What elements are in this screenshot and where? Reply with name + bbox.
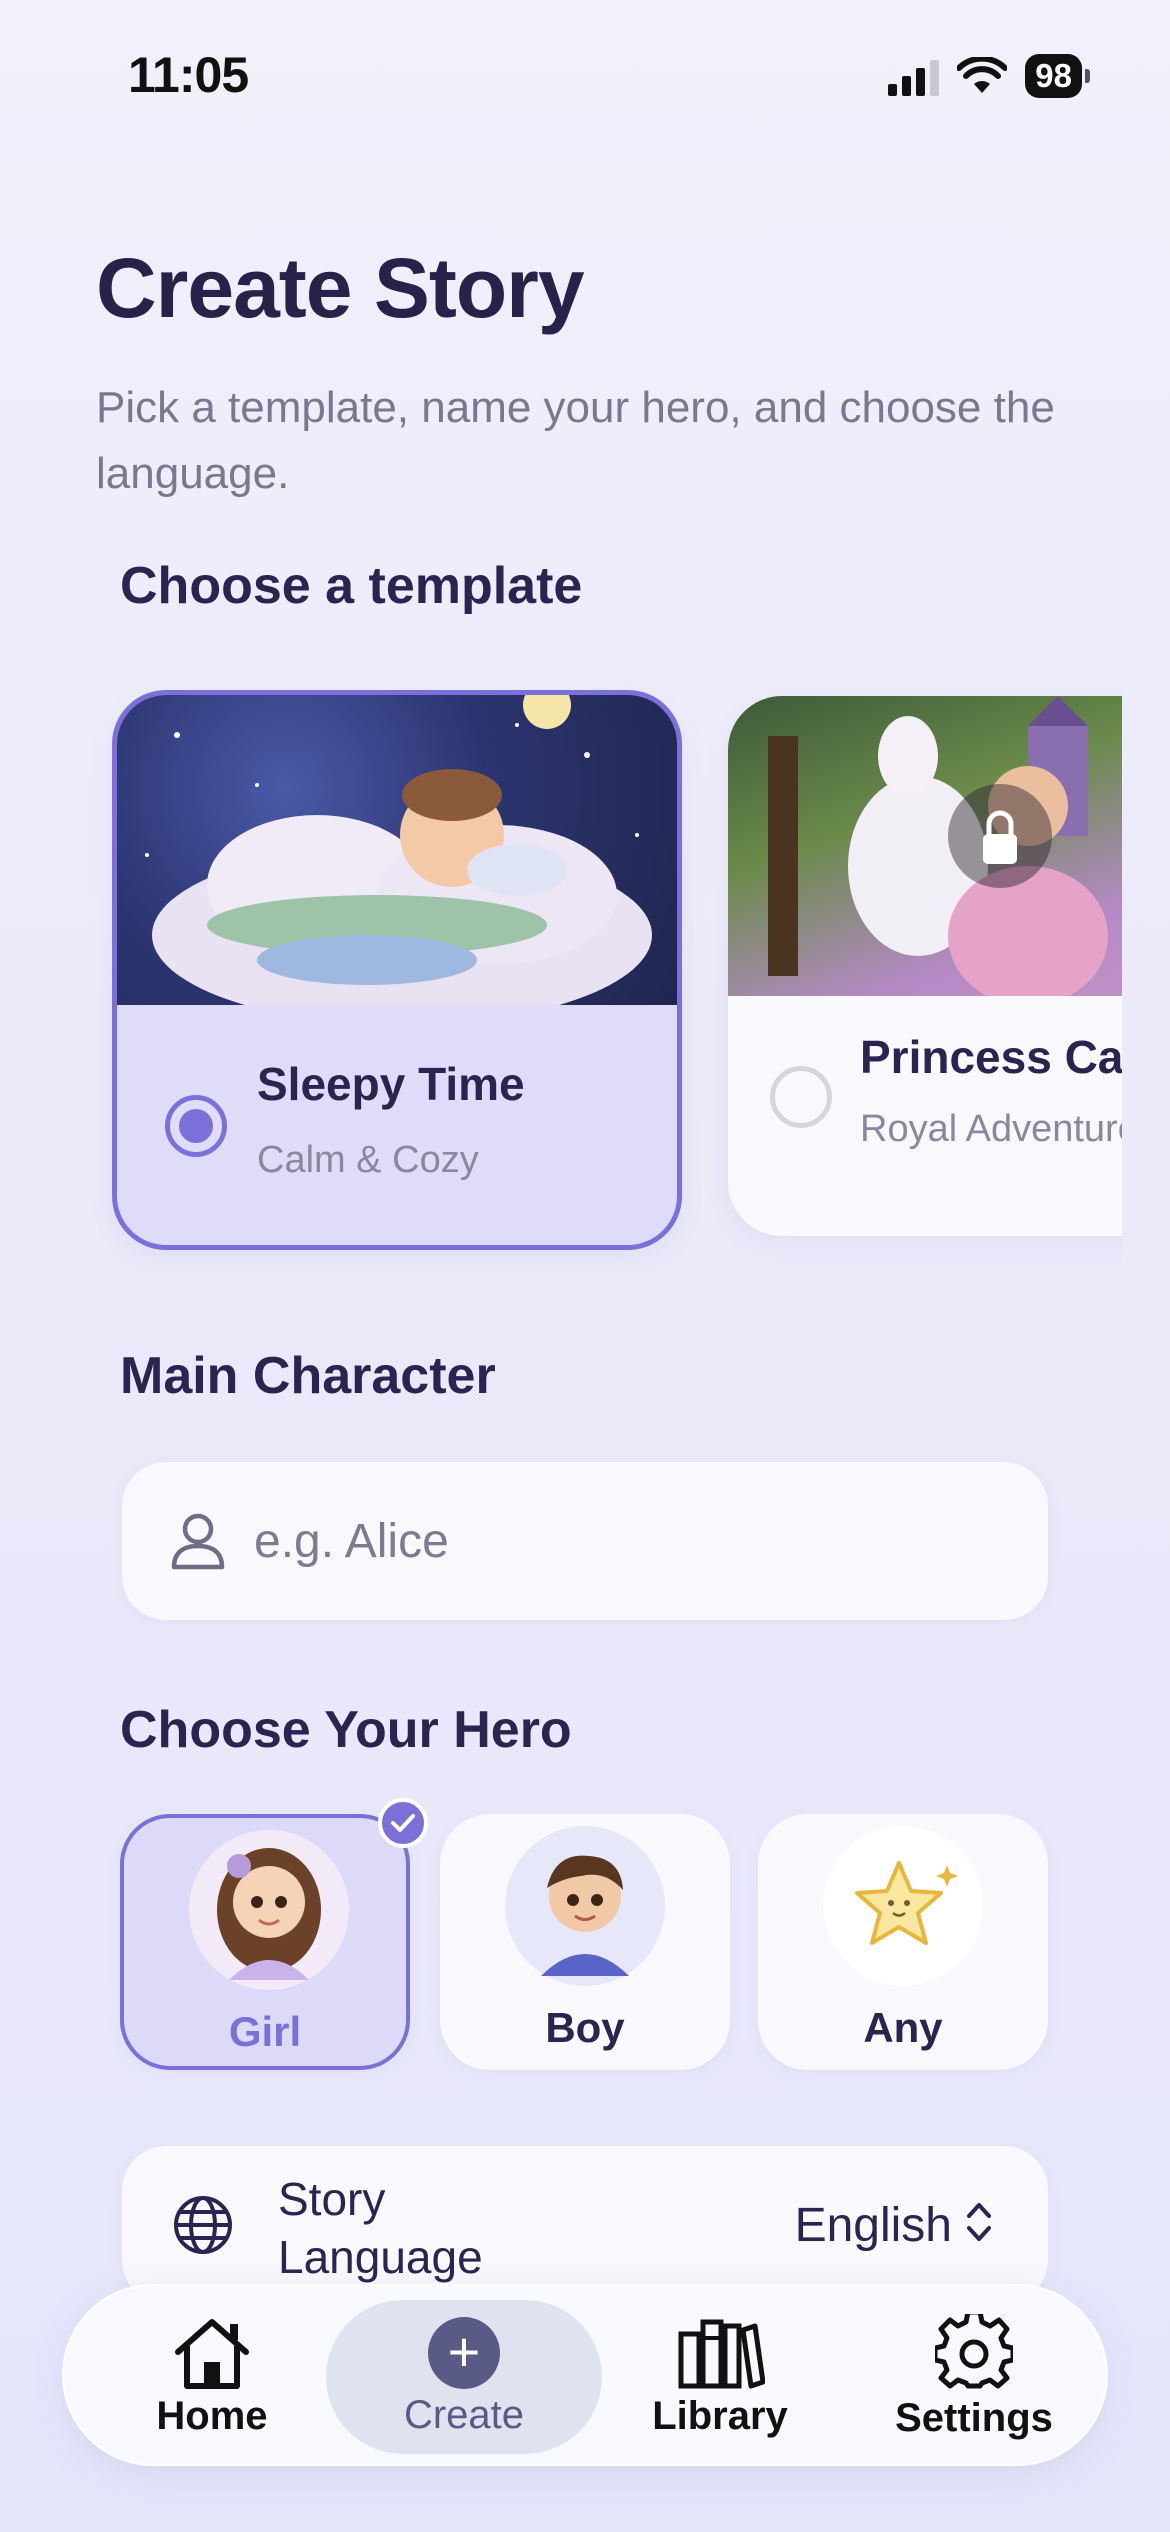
boy-avatar — [505, 1826, 665, 1986]
chevron-up-down-icon — [967, 2203, 991, 2241]
tab-home[interactable]: Home — [92, 2286, 332, 2468]
girl-avatar — [189, 1830, 349, 1990]
template-carousel[interactable]: Sleepy Time Calm & Cozy Princess Ca Roya… — [0, 680, 1122, 1280]
tab-label: Create — [403, 2392, 525, 2437]
page-title: Create Story — [96, 241, 585, 335]
template-subtitle: Calm & Cozy — [257, 1139, 479, 1181]
hero-option-girl[interactable]: Girl — [120, 1814, 410, 2070]
battery-level: 98 — [1025, 54, 1082, 98]
books-icon — [678, 2319, 765, 2388]
status-icons: 98 — [888, 54, 1090, 98]
story-language-label: Story Language — [278, 2173, 483, 2283]
template-image-sleepy-time — [117, 695, 677, 1025]
tab-label: Home — [156, 2393, 268, 2438]
character-section-label: Main Character — [120, 1347, 496, 1405]
story-language-value[interactable]: English — [795, 2198, 952, 2253]
home-icon — [175, 2318, 249, 2389]
template-title: Sleepy Time — [257, 1058, 525, 1110]
tab-label: Library — [652, 2393, 788, 2438]
template-title: Princess Ca — [860, 1031, 1122, 1083]
hero-label: Girl — [228, 2008, 302, 2055]
hero-option-boy[interactable]: Boy — [440, 1814, 730, 2070]
star-icon — [855, 1861, 958, 1945]
template-card-princess[interactable]: Princess Ca Royal Adventure — [728, 696, 1122, 1236]
template-card-sleepy-time[interactable]: Sleepy Time Calm & Cozy — [112, 690, 682, 1250]
tab-create[interactable]: + Create — [326, 2300, 602, 2454]
status-bar: 11:05 98 — [0, 0, 1170, 150]
tab-label: Settings — [895, 2395, 1053, 2440]
hero-label: Any — [863, 2004, 943, 2051]
gear-icon — [935, 2313, 1013, 2388]
hero-label: Boy — [545, 2004, 625, 2051]
status-time: 11:05 — [128, 47, 249, 103]
globe-icon — [174, 2196, 232, 2254]
star-avatar — [823, 1826, 983, 1986]
tab-bar: Home + Create Library Settings — [62, 2284, 1108, 2466]
template-radio-unselected[interactable] — [770, 1066, 832, 1128]
check-icon — [378, 1798, 428, 1848]
page-subtitle: Pick a template, name your hero, and cho… — [96, 383, 1055, 498]
template-radio-selected[interactable] — [165, 1095, 227, 1157]
plus-icon: + — [428, 2316, 500, 2389]
tab-settings[interactable]: Settings — [854, 2286, 1094, 2468]
template-image-princess — [728, 696, 1122, 1006]
character-name-input[interactable] — [254, 1502, 1014, 1580]
template-section-label: Choose a template — [120, 557, 583, 615]
wifi-icon — [957, 57, 1008, 93]
character-name-field[interactable] — [122, 1462, 1048, 1620]
story-language-picker[interactable]: Story Language English — [122, 2146, 1048, 2304]
hero-section-label: Choose Your Hero — [120, 1701, 572, 1759]
cellular-signal-icon — [888, 56, 940, 96]
person-icon — [171, 1513, 225, 1570]
template-subtitle: Royal Adventure — [860, 1108, 1122, 1150]
battery-icon: 98 — [1025, 54, 1090, 98]
hero-option-any[interactable]: Any — [758, 1814, 1048, 2070]
tab-library[interactable]: Library — [600, 2286, 840, 2468]
